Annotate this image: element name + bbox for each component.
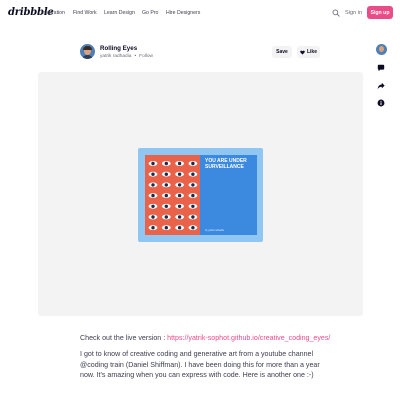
- search-icon[interactable]: [332, 9, 340, 17]
- follow-link[interactable]: Follow: [139, 54, 153, 59]
- nav-go-pro[interactable]: Go Pro: [142, 10, 158, 16]
- artwork-eye-icon: [161, 182, 171, 188]
- nav-find-work[interactable]: Find Work: [73, 10, 97, 16]
- author-avatar[interactable]: [80, 44, 95, 59]
- artwork-eye-icon: [188, 193, 198, 198]
- info-icon[interactable]: [377, 99, 385, 107]
- save-button[interactable]: Save: [272, 46, 292, 58]
- sign-up-button[interactable]: Sign up: [367, 6, 393, 19]
- author-name[interactable]: yatrik radhadia: [100, 54, 131, 59]
- artwork-eye-icon: [175, 161, 184, 166]
- artwork-eye-icon: [188, 161, 198, 166]
- share-icon[interactable]: [377, 82, 385, 90]
- artwork-eye-icon: [175, 203, 184, 209]
- meta-separator: •: [134, 54, 137, 59]
- artwork-eye-icon: [161, 193, 171, 198]
- artwork-eye-icon: [161, 214, 171, 220]
- artwork-eye-icon: [161, 225, 171, 231]
- like-button[interactable]: Like: [297, 46, 320, 58]
- artwork-eye-icon: [188, 214, 198, 220]
- live-version-prefix: Check out the live version :: [80, 334, 168, 342]
- artwork-eye-icon: [188, 171, 198, 177]
- sign-in-link[interactable]: Sign in: [345, 10, 362, 16]
- nav-learn-design[interactable]: Learn Design: [104, 10, 135, 16]
- artwork-eye-icon: [175, 182, 184, 188]
- live-version-link[interactable]: https://yatrik-sophot.github.io/creative…: [167, 334, 330, 342]
- eyes-grid: [148, 161, 198, 231]
- artwork-eye-icon: [188, 203, 198, 209]
- artwork-headline: YOU ARE UNDER SURVEILLANCE: [205, 158, 247, 170]
- artwork-eye-icon: [161, 171, 171, 177]
- live-version-line: Check out the live version : https://yat…: [80, 334, 330, 342]
- artwork-eye-icon: [148, 171, 158, 177]
- shot-meta: yatrik radhadia • Follow: [100, 54, 153, 59]
- artwork-eye-icon: [188, 225, 198, 231]
- artwork-eye-icon: [148, 182, 158, 188]
- rail-author-avatar[interactable]: [376, 44, 387, 55]
- artwork-eye-icon: [148, 161, 158, 166]
- top-navigation: dribbble Inspiration Find Work Learn Des…: [0, 0, 400, 26]
- artwork-eye-icon: [175, 225, 184, 231]
- artwork-eye-icon: [175, 171, 184, 177]
- nav-hire-designers[interactable]: Hire Designers: [166, 10, 200, 16]
- artwork-eye-icon: [175, 214, 184, 220]
- shot-title: Rolling Eyes: [100, 45, 138, 52]
- heart-icon: [300, 50, 305, 54]
- artwork-credit: by yatrik radhadia: [205, 229, 224, 232]
- artwork-eye-icon: [161, 203, 171, 209]
- artwork-eye-icon: [161, 161, 171, 166]
- nav-inspiration[interactable]: Inspiration: [41, 10, 65, 16]
- artwork-eye-icon: [148, 225, 158, 231]
- comment-icon[interactable]: [377, 64, 385, 72]
- artwork-eye-icon: [188, 182, 198, 188]
- artwork-eye-icon: [148, 193, 158, 198]
- like-label: Like: [306, 49, 317, 55]
- shot-description: I got to know of creative coding and gen…: [80, 350, 320, 379]
- artwork-eye-icon: [148, 203, 158, 209]
- artwork-eye-icon: [175, 193, 184, 198]
- artwork-eye-icon: [148, 214, 158, 220]
